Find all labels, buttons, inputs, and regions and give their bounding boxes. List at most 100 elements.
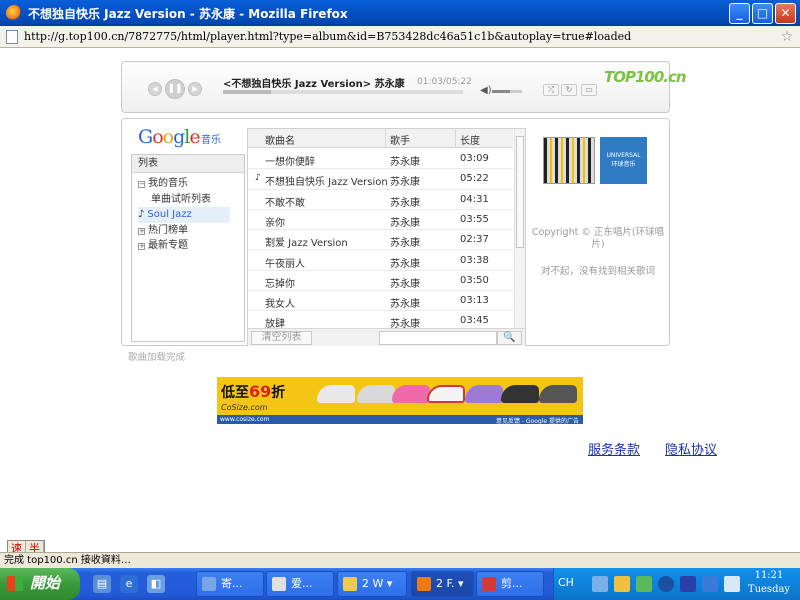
expand-icon[interactable]: + (138, 243, 145, 250)
sidebar-item-single-list[interactable]: 单曲试听列表 (138, 192, 244, 208)
shuffle-icon[interactable]: ⤮ (543, 84, 559, 96)
taskbar-app-icon (417, 577, 431, 591)
ad-banner[interactable]: 低至69折 CoSize.com www.cosize.com 意见反馈 - G… (217, 377, 583, 424)
windows-flag-icon (7, 576, 23, 591)
address-bar[interactable]: http://g.top100.cn/7872775/html/player.h… (0, 26, 800, 48)
song-artist: 苏永康 (390, 217, 420, 229)
song-name: 亲你 (265, 217, 285, 229)
song-length: 02:37 (460, 234, 489, 246)
column-artist[interactable]: 歌手 (390, 132, 410, 147)
song-length: 03:09 (460, 153, 489, 164)
sidebar-item-latest-topics[interactable]: + 最新专题 (138, 238, 244, 254)
playback-time: 01:03/05:22 (417, 77, 472, 87)
song-row[interactable]: 一想你便醉 苏永康 03:09 (248, 149, 513, 170)
show-desktop-icon[interactable]: ▤ (93, 575, 111, 593)
album-cover (543, 137, 595, 184)
sidebar-item-hot-charts[interactable]: + 热门榜单 (138, 223, 244, 239)
scrollbar-thumb[interactable] (516, 136, 524, 248)
taskbar-button[interactable]: 2 W ▾ (337, 571, 407, 597)
download-icon[interactable] (658, 576, 674, 592)
previous-button[interactable]: ◀ (148, 82, 162, 96)
song-name: 割爱 Jazz Version (265, 238, 348, 250)
sidebar-header: 列表 (132, 155, 244, 173)
taskbar-button[interactable]: 爱... (266, 571, 334, 597)
copyright-text: Copyright © 正东唱片(环球唱片) (531, 227, 665, 250)
taskbar-button[interactable]: 寄... (196, 571, 264, 597)
song-row[interactable]: 不敢不敢 苏永康 04:31 (248, 190, 513, 210)
taskbar-button-label: 寄... (221, 577, 243, 590)
taskbar-button[interactable]: 2 F. ▾ (411, 571, 474, 597)
network-icon[interactable] (592, 576, 608, 592)
taskbar-button-label: 2 F. ▾ (436, 577, 464, 590)
music-note-icon: ♪ (138, 209, 145, 220)
search-icon[interactable]: 🔍 (497, 331, 522, 345)
messenger-icon[interactable] (636, 576, 652, 592)
ie-icon[interactable]: e (120, 575, 138, 593)
expand-icon[interactable]: + (138, 227, 145, 235)
music-panel: Google 音乐 列表 − 我的音乐 单曲试听列表 ♪ Soul Jazz + 热门… (121, 118, 670, 346)
song-artist: 苏永康 (390, 278, 420, 290)
taskbar-app-icon (482, 577, 496, 591)
volume-tray-icon[interactable] (724, 576, 740, 592)
no-lyrics-text: 对不起，没有找到相关歌词 (540, 266, 655, 277)
clock-day: Tuesday (747, 584, 791, 595)
maximize-button[interactable]: □ (752, 2, 773, 24)
song-length: 03:50 (460, 274, 489, 286)
input-language-indicator[interactable]: CH (558, 576, 574, 589)
universal-logo: UNIVERSAL 环球音乐 (600, 137, 647, 184)
close-button[interactable]: ✕ (775, 2, 796, 24)
repeat-icon[interactable]: ↻ (561, 84, 577, 96)
song-list: 歌曲名 歌手 长度 一想你便醉 苏永康 03:09 ♪ 不想独自快乐 Jazz Vers… (247, 128, 526, 346)
progress-fill (223, 90, 271, 94)
progress-bar[interactable] (223, 90, 463, 94)
start-button[interactable]: 開始 (0, 568, 80, 600)
volume-icon[interactable]: ◀) (480, 85, 492, 96)
bookmark-star-icon[interactable]: ☆ (778, 29, 796, 45)
volume-slider[interactable] (492, 90, 522, 93)
ad-url: www.cosize.com (220, 416, 270, 423)
playlist-mode-icon[interactable]: ▭ (581, 84, 597, 96)
song-artist: 苏永康 (390, 157, 420, 168)
song-row[interactable]: 忘掉你 苏永康 03:50 (248, 271, 513, 292)
tray-app-icon[interactable] (680, 576, 696, 592)
song-list-footer: 清空列表 🔍 (248, 328, 525, 346)
collapse-icon[interactable]: − (138, 181, 145, 188)
song-row[interactable]: 我女人 苏永康 03:13 (248, 291, 513, 312)
sidebar-item-soul-jazz[interactable]: ♪ Soul Jazz (138, 207, 230, 223)
ad-feedback-link[interactable]: 意见反馈 - Google 提供的广告 (496, 416, 579, 424)
song-row[interactable]: 割爱 Jazz Version 苏永康 02:37 (248, 230, 513, 251)
taskbar-button[interactable]: 剪... (476, 571, 544, 597)
tray-app2-icon[interactable] (702, 576, 718, 592)
song-name: 不想独自快乐 Jazz Version (265, 177, 388, 189)
url-field[interactable]: http://g.top100.cn/7872775/html/player.h… (24, 30, 778, 43)
song-length: 04:31 (460, 193, 489, 205)
window-titlebar[interactable]: 不想独自快乐 Jazz Version - 苏永康 - Mozilla Fire… (0, 0, 800, 26)
privacy-link[interactable]: 隐私协议 (665, 439, 717, 458)
clear-list-button[interactable]: 清空列表 (251, 331, 312, 345)
song-artist: 苏永康 (390, 177, 420, 189)
song-row[interactable]: 亲你 苏永康 03:55 (248, 210, 513, 231)
pause-button[interactable]: ❚❚ (165, 79, 185, 99)
sidebar-item-label: Soul Jazz (147, 209, 192, 220)
terms-link[interactable]: 服务条款 (588, 439, 640, 458)
song-length: 03:55 (460, 213, 489, 225)
security-icon[interactable] (614, 576, 630, 592)
column-song-name[interactable]: 歌曲名 (265, 132, 295, 147)
song-name: 一想你便醉 (265, 157, 315, 168)
minimize-button[interactable]: _ (729, 2, 750, 24)
song-row[interactable]: ♪ 不想独自快乐 Jazz Version 苏永康 05:22 (248, 169, 513, 190)
clock[interactable]: 11:21 Tuesday (742, 569, 796, 597)
song-list-scrollbar[interactable] (514, 129, 525, 328)
sidebar-item-my-music[interactable]: − 我的音乐 (138, 176, 244, 192)
next-button[interactable]: ▶ (188, 82, 202, 96)
search-input[interactable] (379, 331, 497, 345)
now-playing-title: <不想独自快乐 Jazz Version> 苏永康 (223, 79, 405, 90)
music-label: 音乐 (201, 135, 221, 146)
song-length: 03:38 (460, 254, 489, 266)
clock-time: 11:21 (754, 570, 784, 581)
song-row[interactable]: 午夜丽人 苏永康 03:38 (248, 251, 513, 271)
column-length[interactable]: 长度 (460, 132, 480, 147)
quicklaunch-app-icon[interactable]: ◧ (147, 575, 165, 593)
ad-brand: CoSize.com (221, 403, 268, 412)
load-status: 歌曲加载完成 (128, 352, 186, 363)
